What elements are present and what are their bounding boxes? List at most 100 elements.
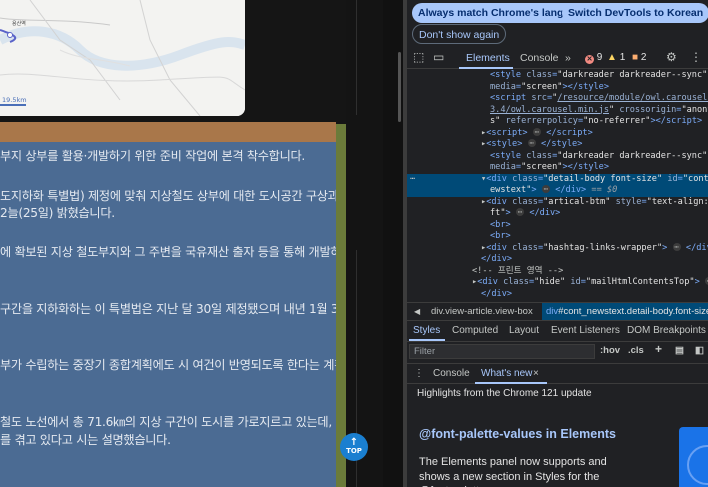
panel-splitter[interactable]: [383, 0, 403, 487]
tab-layout[interactable]: Layout: [509, 325, 539, 336]
dom-node[interactable]: media="screen"></style>: [407, 82, 708, 94]
tab-dom-breakpoints[interactable]: DOM Breakpoints: [627, 325, 706, 336]
dom-node-markup: media="screen"></style>: [490, 162, 610, 172]
more-options-icon[interactable]: ⋮: [690, 50, 702, 64]
close-icon[interactable]: ×: [533, 368, 539, 379]
splitter-grip[interactable]: [398, 52, 401, 122]
dom-node-markup: ft"> ⋯ </div>: [490, 208, 561, 218]
dom-node[interactable]: <br>: [407, 231, 708, 243]
warning-count-badge[interactable]: ▲ 1: [607, 52, 625, 63]
new-style-rule-icon[interactable]: +: [655, 342, 662, 356]
inspect-element-icon[interactable]: ⬚: [413, 50, 424, 64]
tab-computed[interactable]: Computed: [452, 325, 498, 336]
dom-node-markup: ▸<style> ⋯ </style>: [481, 139, 583, 149]
breadcrumb-selector: #cont_newstext.detail-body.font-size: [558, 306, 708, 317]
tab-styles[interactable]: Styles: [413, 325, 440, 336]
tab-event-listeners[interactable]: Event Listeners: [551, 325, 620, 336]
breadcrumb-tag: div: [546, 306, 559, 317]
dom-node-markup: ▾<div class="detail-body font-size" id="…: [481, 173, 708, 184]
article-line: 도지하화 특별법) 제정에 맞춰 지상철도 상부에 대한 도시공간 구상과 개: [0, 189, 336, 203]
dom-node-markup: ▸<div class="hide" id="mailHtmlContentsT…: [472, 277, 708, 289]
dom-node-markup: ▸<script> ⋯ </script>: [481, 127, 593, 138]
dom-node-markup: ▸<div class="artical-btm" style="text-al…: [481, 196, 708, 207]
hover-state-toggle[interactable]: :hov: [600, 345, 620, 356]
sidebar-toggle-icon[interactable]: ◧: [695, 345, 704, 356]
breadcrumb-back-icon[interactable]: ◀: [414, 303, 420, 320]
article-line: 구간을 지하화하는 이 특별법은 지난 달 30일 제정됐으며 내년 1월 31…: [0, 302, 336, 316]
dom-node-markup: <script src="/resource/module/owl.carous…: [490, 93, 708, 103]
map-scale-bar: [0, 104, 26, 106]
scroll-top-button[interactable]: ↑ TOP: [340, 433, 368, 461]
dom-node[interactable]: 3.4/owl.carousel.min.js" crossorigin="an…: [407, 105, 708, 117]
more-tabs-icon[interactable]: »: [565, 52, 571, 64]
article-line: 를 겪고 있다고 시는 설명했습니다.: [0, 433, 171, 447]
dom-node-selected[interactable]: ewstext"> ⋯ </div> == $0: [407, 185, 708, 197]
dom-node-markup: <style class="darkreader darkreader--syn…: [490, 150, 708, 161]
dom-node-markup: ewstext"> ⋯ </div> == $0: [490, 185, 618, 195]
drawer-menu-icon[interactable]: ⋮: [414, 368, 424, 379]
dom-node[interactable]: ▸<style> ⋯ </style>: [407, 139, 708, 151]
active-drawer-tab-indicator: [475, 382, 547, 384]
issues-count: 2: [640, 52, 647, 63]
styles-subtabs: Styles Computed Layout Event Listeners D…: [407, 321, 708, 342]
devtools-panel: Always match Chrome's language Switch De…: [407, 0, 708, 487]
dom-node[interactable]: <!-- 프린트 영역 -->: [407, 266, 708, 278]
map-place-label: 용산역: [12, 21, 26, 27]
whats-new-highlights: Highlights from the Chrome 121 update: [417, 388, 592, 399]
device-toolbar-icon[interactable]: ▭: [433, 50, 444, 64]
breadcrumb-item-selected[interactable]: div#cont_newstext.detail-body.font-size: [542, 303, 708, 320]
error-count: 9: [596, 52, 603, 63]
page-right-gutter: [346, 0, 383, 487]
page-scrollbar[interactable]: [336, 124, 346, 487]
settings-gear-icon[interactable]: ⚙: [666, 50, 677, 64]
node-actions-icon[interactable]: ⋯: [410, 174, 415, 186]
tab-console[interactable]: Console: [520, 52, 559, 64]
dom-node[interactable]: <br>: [407, 220, 708, 232]
breadcrumb-item[interactable]: div.view-article.view-box: [431, 303, 533, 320]
dom-node[interactable]: ▸<div class="artical-btm" style="text-al…: [407, 197, 708, 209]
dom-node[interactable]: ▸<div class="hide" id="mailHtmlContentsT…: [407, 277, 708, 289]
drawer-tab-whats-new[interactable]: What's new: [481, 368, 532, 379]
tab-elements[interactable]: Elements: [466, 52, 510, 64]
dom-node[interactable]: media="screen"></style>: [407, 162, 708, 174]
whats-new-feature-title[interactable]: @font-palette-values in Elements: [419, 427, 616, 441]
route-map: 용산역 19.5km: [0, 0, 245, 116]
dom-node-markup: ▸<div class="hashtag-links-wrapper"> ⋯ <…: [481, 242, 708, 253]
dom-node[interactable]: <style class="darkreader darkreader--syn…: [407, 151, 708, 163]
dom-node[interactable]: s" referrerpolicy="no-referrer"></script…: [407, 116, 708, 128]
dom-node[interactable]: ▸<div class="hashtag-links-wrapper"> ⋯ <…: [407, 242, 708, 255]
dom-node[interactable]: <script src="/resource/module/owl.carous…: [407, 93, 708, 105]
illustration-ring: [687, 445, 708, 485]
error-count-badge[interactable]: ✕ 9: [585, 52, 602, 64]
dom-node[interactable]: </div>: [407, 254, 708, 266]
drawer-tabbar: ⋮ Console What's new ×: [407, 363, 708, 384]
arrow-up-icon: ↑: [349, 437, 359, 448]
dom-node[interactable]: </div>: [407, 289, 708, 301]
dom-node-markup: </div>: [481, 288, 513, 299]
dom-node[interactable]: ▸<script> ⋯ </script>: [407, 127, 708, 140]
dom-node-markup: s" referrerpolicy="no-referrer"></script…: [490, 116, 703, 126]
switch-to-korean-button[interactable]: Switch DevTools to Korean: [562, 3, 708, 23]
dont-show-again-button[interactable]: Don't show again: [412, 24, 507, 44]
issues-count-badge[interactable]: ■ 2: [632, 52, 646, 63]
whats-new-feature-body: The Elements panel now supports and show…: [419, 456, 607, 487]
article-line: 부지 상부를 활용·개발하기 위한 준비 작업에 본격 착수합니다.: [0, 149, 305, 163]
class-toggle[interactable]: .cls: [628, 345, 644, 356]
webpage-viewport: 용산역 19.5km 부지 상부를 활용·개발하기 위한 준비 작업에 본격 착…: [0, 0, 383, 487]
article-line: 에 확보된 지상 철도부지와 그 주변을 국유재산 출자 등을 통해 개발하는: [0, 245, 336, 259]
issues-icon: ■: [632, 52, 639, 63]
dom-node[interactable]: ft"> ⋯ </div>: [407, 208, 708, 220]
paint-brush-icon[interactable]: ▤: [675, 345, 684, 356]
dom-tree[interactable]: <style class="darkreader darkreader--syn…: [407, 69, 708, 302]
error-icon: ✕: [585, 55, 594, 64]
article-header-bar: [0, 122, 336, 142]
whats-new-illustration: [679, 427, 708, 487]
map-graphic: [0, 0, 245, 116]
drawer-tab-console[interactable]: Console: [433, 368, 470, 379]
article-line: 철도 노선에서 총 71.6㎞의 지상 구간이 도시를 가로지르고 있는데, 해: [0, 415, 336, 429]
dom-node-markup: <!-- 프린트 영역 -->: [472, 265, 564, 276]
styles-filter-input[interactable]: Filter: [409, 344, 595, 359]
dom-node-selected[interactable]: ▾<div class="detail-body font-size" id="…: [407, 173, 708, 186]
dom-node[interactable]: <style class="darkreader darkreader--syn…: [407, 70, 708, 82]
breadcrumb: ◀ div.view-article.view-box div#cont_new…: [407, 302, 708, 321]
